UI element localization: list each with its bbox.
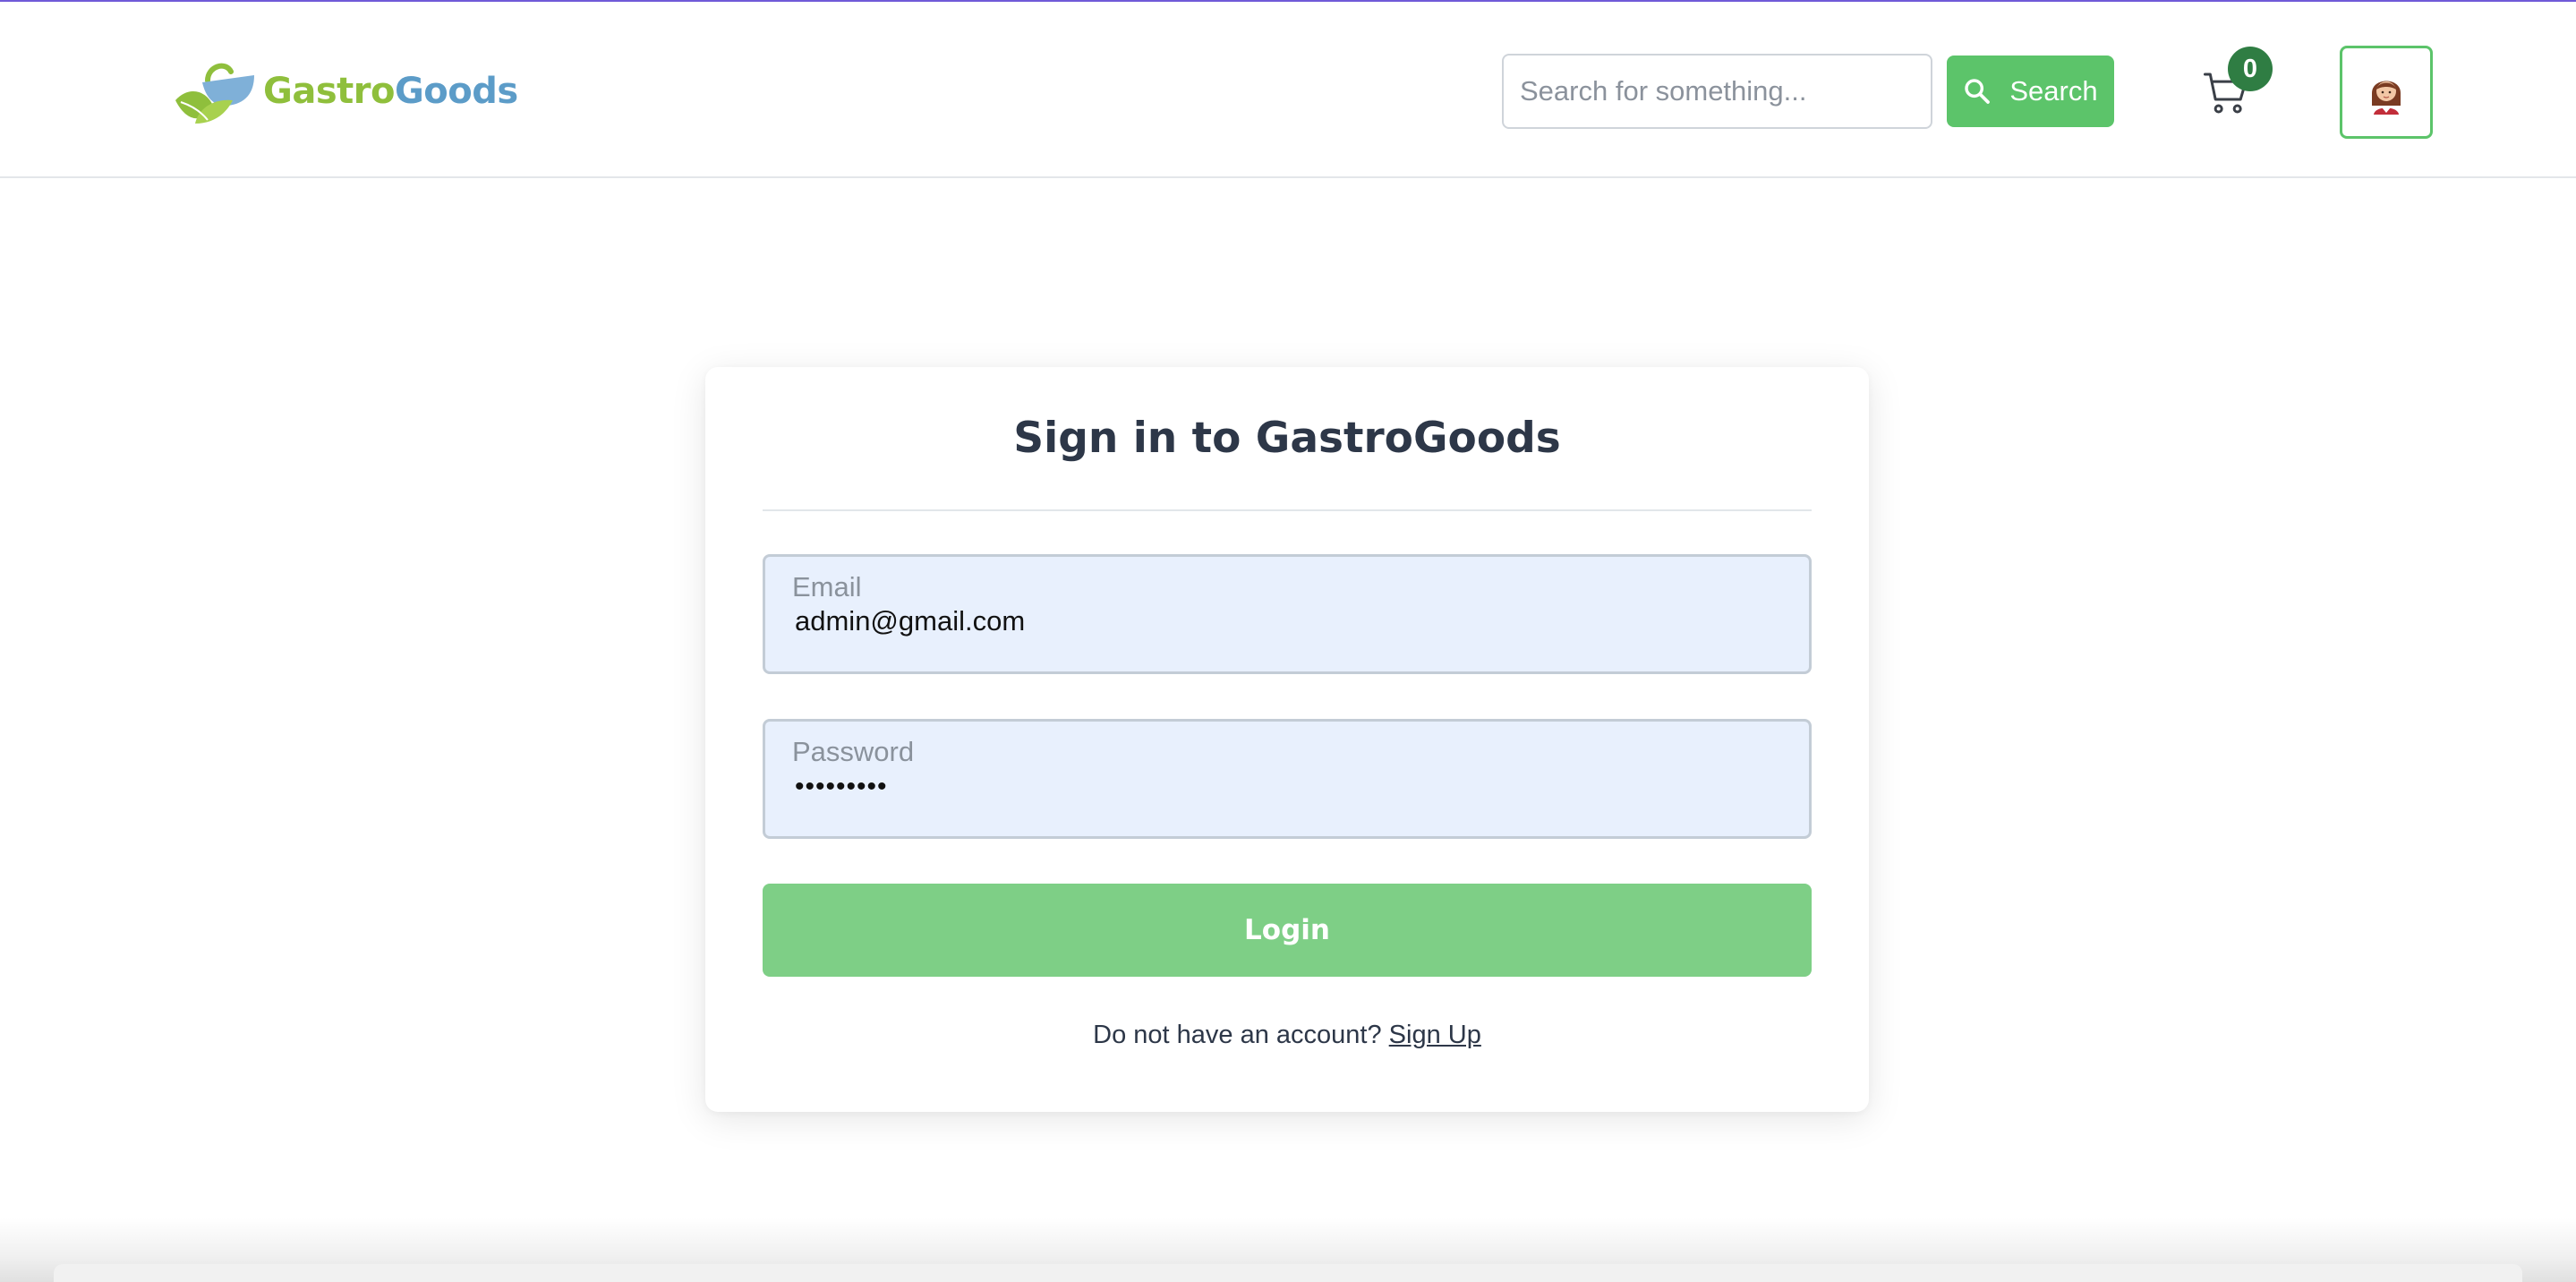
email-field[interactable]: Email admin@gmail.com [763, 554, 1812, 674]
bottom-panel-edge [54, 1264, 2522, 1282]
cart-count-badge: 0 [2228, 47, 2273, 91]
password-value: ••••••••• [795, 772, 888, 801]
signup-prompt-line: Do not have an account? Sign Up [705, 1021, 1869, 1050]
password-label: Password [792, 736, 915, 767]
login-button[interactable]: Login [763, 884, 1812, 977]
email-label: Email [792, 571, 862, 603]
logo-text-goods: Goods [394, 71, 518, 112]
search-input[interactable] [1502, 54, 1932, 129]
user-menu-button[interactable] [2340, 46, 2433, 139]
login-card: Sign in to GastroGoods Email admin@gmail… [705, 367, 1869, 1112]
logo-text: GastroGoods [263, 71, 518, 112]
password-field[interactable]: Password ••••••••• [763, 719, 1812, 839]
login-title: Sign in to GastroGoods [1013, 414, 1561, 463]
search-button[interactable]: Search [1947, 56, 2114, 127]
site-header: GastroGoods Search 0 [0, 2, 2576, 178]
avatar-icon [2372, 81, 2401, 115]
title-divider [763, 509, 1812, 511]
site-logo[interactable]: GastroGoods [168, 56, 518, 127]
signup-prompt-text: Do not have an account? [1093, 1021, 1382, 1049]
search-icon [1965, 79, 1991, 104]
search-button-label: Search [2009, 75, 2098, 107]
logo-icon [175, 63, 254, 124]
signup-link[interactable]: Sign Up [1389, 1021, 1481, 1049]
logo-text-gastro: Gastro [263, 71, 395, 112]
email-value: admin@gmail.com [795, 605, 1026, 637]
